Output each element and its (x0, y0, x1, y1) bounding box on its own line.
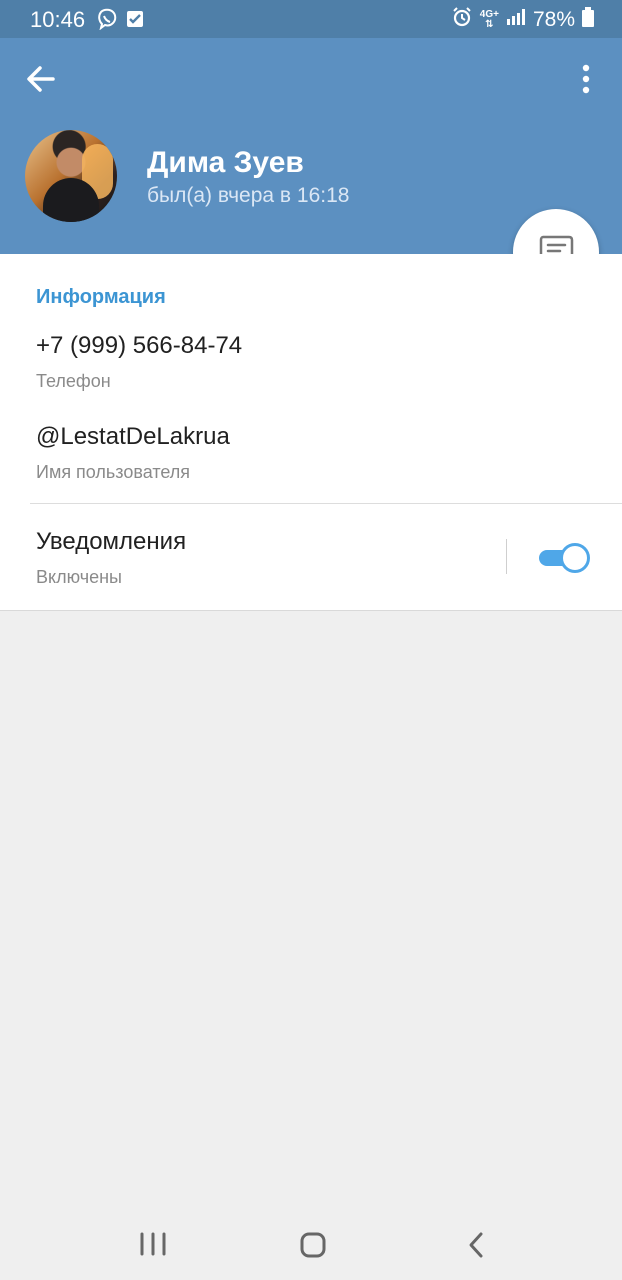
avatar[interactable] (25, 130, 117, 222)
viber-icon (96, 8, 118, 35)
android-navigation-bar (0, 1200, 622, 1280)
more-options-button[interactable] (572, 60, 600, 98)
contact-name: Дима Зуев (147, 146, 304, 179)
phone-number[interactable]: +7 (999) 566-84-74 (36, 332, 242, 360)
username-label: Имя пользователя (36, 462, 191, 482)
checkbox-icon (126, 10, 144, 33)
recent-apps-button[interactable] (140, 1232, 166, 1256)
home-button[interactable] (300, 1232, 326, 1258)
network-indicator: 4G+ ⇅ (480, 10, 499, 30)
status-time: 10:46 (30, 7, 86, 32)
toggle-knob[interactable] (560, 543, 590, 573)
data-arrows-icon: ⇅ (485, 19, 494, 30)
battery-percentage: 78% (532, 8, 575, 31)
phone-label: Телефон (36, 371, 111, 391)
username[interactable]: @LestatDeLakrua (36, 423, 230, 451)
signal-icon (506, 8, 526, 32)
status-left-icons (96, 8, 144, 35)
system-back-button[interactable] (466, 1231, 486, 1259)
system-back-icon[interactable] (466, 1231, 486, 1259)
notifications-state: Включены (36, 567, 122, 587)
alarm-icon (451, 6, 473, 34)
notifications-toggle[interactable] (538, 542, 590, 573)
info-divider (30, 503, 622, 504)
back-arrow-icon[interactable] (22, 62, 62, 96)
info-section-title: Информация (36, 286, 166, 308)
notifications-title[interactable]: Уведомления (36, 528, 186, 556)
back-button[interactable] (22, 62, 62, 96)
status-bar: 10:46 4G+ ⇅ 78% (0, 0, 622, 38)
recent-apps-icon[interactable] (140, 1232, 166, 1256)
home-icon[interactable] (300, 1232, 326, 1258)
contact-info-card: Информация +7 (999) 566-84-74 Телефон @L… (0, 254, 622, 611)
toggle-separator (506, 539, 507, 574)
battery-icon (582, 7, 594, 33)
more-vertical-icon[interactable] (572, 60, 600, 98)
last-seen-status: был(а) вчера в 16:18 (147, 184, 350, 207)
status-right-icons: 4G+ ⇅ 78% (451, 6, 594, 34)
